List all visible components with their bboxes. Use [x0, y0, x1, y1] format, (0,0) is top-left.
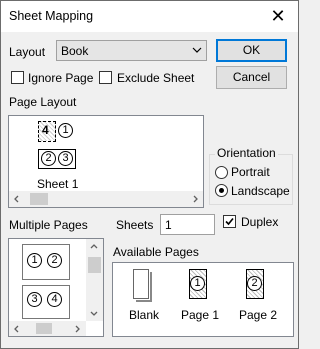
duplex-label: Duplex [241, 215, 279, 229]
layout-select-value: Book [61, 44, 89, 58]
page-number: 4 [42, 123, 49, 137]
available-page-label: Page 2 [239, 308, 278, 322]
multiple-pages-list[interactable]: 1 2 3 4 [8, 238, 104, 337]
multiple-pages-label: Multiple Pages [9, 218, 88, 232]
ignore-page-checkbox[interactable] [11, 71, 24, 84]
page-number-circle: 2 [41, 151, 56, 166]
ok-button[interactable]: OK [216, 39, 287, 62]
available-pages-label: Available Pages [113, 245, 199, 259]
chevron-down-icon [192, 47, 202, 53]
available-page-label: Page 1 [181, 308, 220, 322]
sheet-label: Sheet 1 [37, 177, 79, 191]
sheet-mapping-dialog: Sheet Mapping ✕ Layout Book OK Cancel Ig… [0, 0, 299, 349]
duplex-checkbox[interactable] [223, 215, 236, 228]
page-number-circle: 1 [27, 253, 42, 268]
page-number-circle: 2 [247, 276, 262, 291]
scroll-right-icon[interactable] [191, 195, 199, 203]
title-bar: Sheet Mapping ✕ [1, 1, 298, 32]
sheets-label: Sheets [116, 218, 154, 232]
exclude-sheet-checkbox[interactable] [99, 71, 112, 84]
page-number-circle: 1 [190, 276, 205, 291]
page-1-thumbnail[interactable]: 1 [189, 269, 207, 299]
scroll-down-icon[interactable] [90, 309, 98, 317]
landscape-radio[interactable] [215, 184, 228, 197]
multiple-pages-hscrollbar[interactable] [9, 321, 86, 336]
page-slot-4[interactable]: 4 [38, 121, 56, 142]
layout-select[interactable]: Book [56, 40, 207, 61]
page-layout-label: Page Layout [9, 95, 77, 109]
layout-label: Layout [9, 45, 46, 59]
exclude-sheet-label: Exclude Sheet [117, 71, 195, 85]
page-layout-list[interactable]: 4 1 2 3 Sheet 1 [8, 115, 204, 208]
ignore-page-label: Ignore Page [28, 71, 94, 85]
scrollbar-thumb[interactable] [30, 193, 48, 205]
page-number-circle: 3 [27, 292, 42, 307]
page-shadow [136, 272, 152, 302]
page-number-circle: 4 [47, 292, 62, 307]
scroll-left-icon[interactable] [13, 195, 21, 203]
page-number-circle: 2 [47, 253, 62, 268]
available-pages-list[interactable]: Blank 1 Page 1 2 Page 2 [112, 262, 294, 337]
scroll-right-icon[interactable] [73, 325, 81, 333]
scroll-left-icon[interactable] [13, 325, 21, 333]
landscape-label: Landscape [231, 184, 290, 198]
sheet-thumbnail-top[interactable]: 4 1 [38, 121, 76, 142]
scrollbar-thumb[interactable] [88, 257, 101, 273]
page-slot-1[interactable]: 1 [56, 121, 76, 142]
portrait-radio[interactable] [215, 166, 228, 179]
orientation-label: Orientation [215, 146, 278, 160]
multi-page-option[interactable]: 1 2 [22, 244, 70, 280]
checkmark-icon [225, 217, 234, 226]
multiple-pages-vscrollbar[interactable] [86, 239, 103, 321]
close-icon[interactable]: ✕ [263, 3, 293, 29]
sheets-input-value: 1 [165, 218, 172, 232]
page-number-circle: 3 [58, 151, 73, 166]
cancel-button[interactable]: Cancel [216, 66, 287, 89]
scrollbar-thumb[interactable] [36, 323, 52, 334]
page-2-thumbnail[interactable]: 2 [246, 269, 264, 299]
scroll-up-icon[interactable] [90, 243, 98, 251]
window-title: Sheet Mapping [9, 9, 94, 23]
page-layout-scrollbar[interactable] [9, 191, 203, 207]
page-number-circle: 1 [58, 123, 73, 138]
portrait-label: Portrait [231, 165, 270, 179]
sheets-input[interactable]: 1 [160, 214, 215, 235]
multi-page-option[interactable]: 3 4 [22, 285, 70, 319]
available-page-label: Blank [129, 308, 160, 322]
sheet-thumbnail-bottom[interactable]: 2 3 [38, 149, 76, 169]
